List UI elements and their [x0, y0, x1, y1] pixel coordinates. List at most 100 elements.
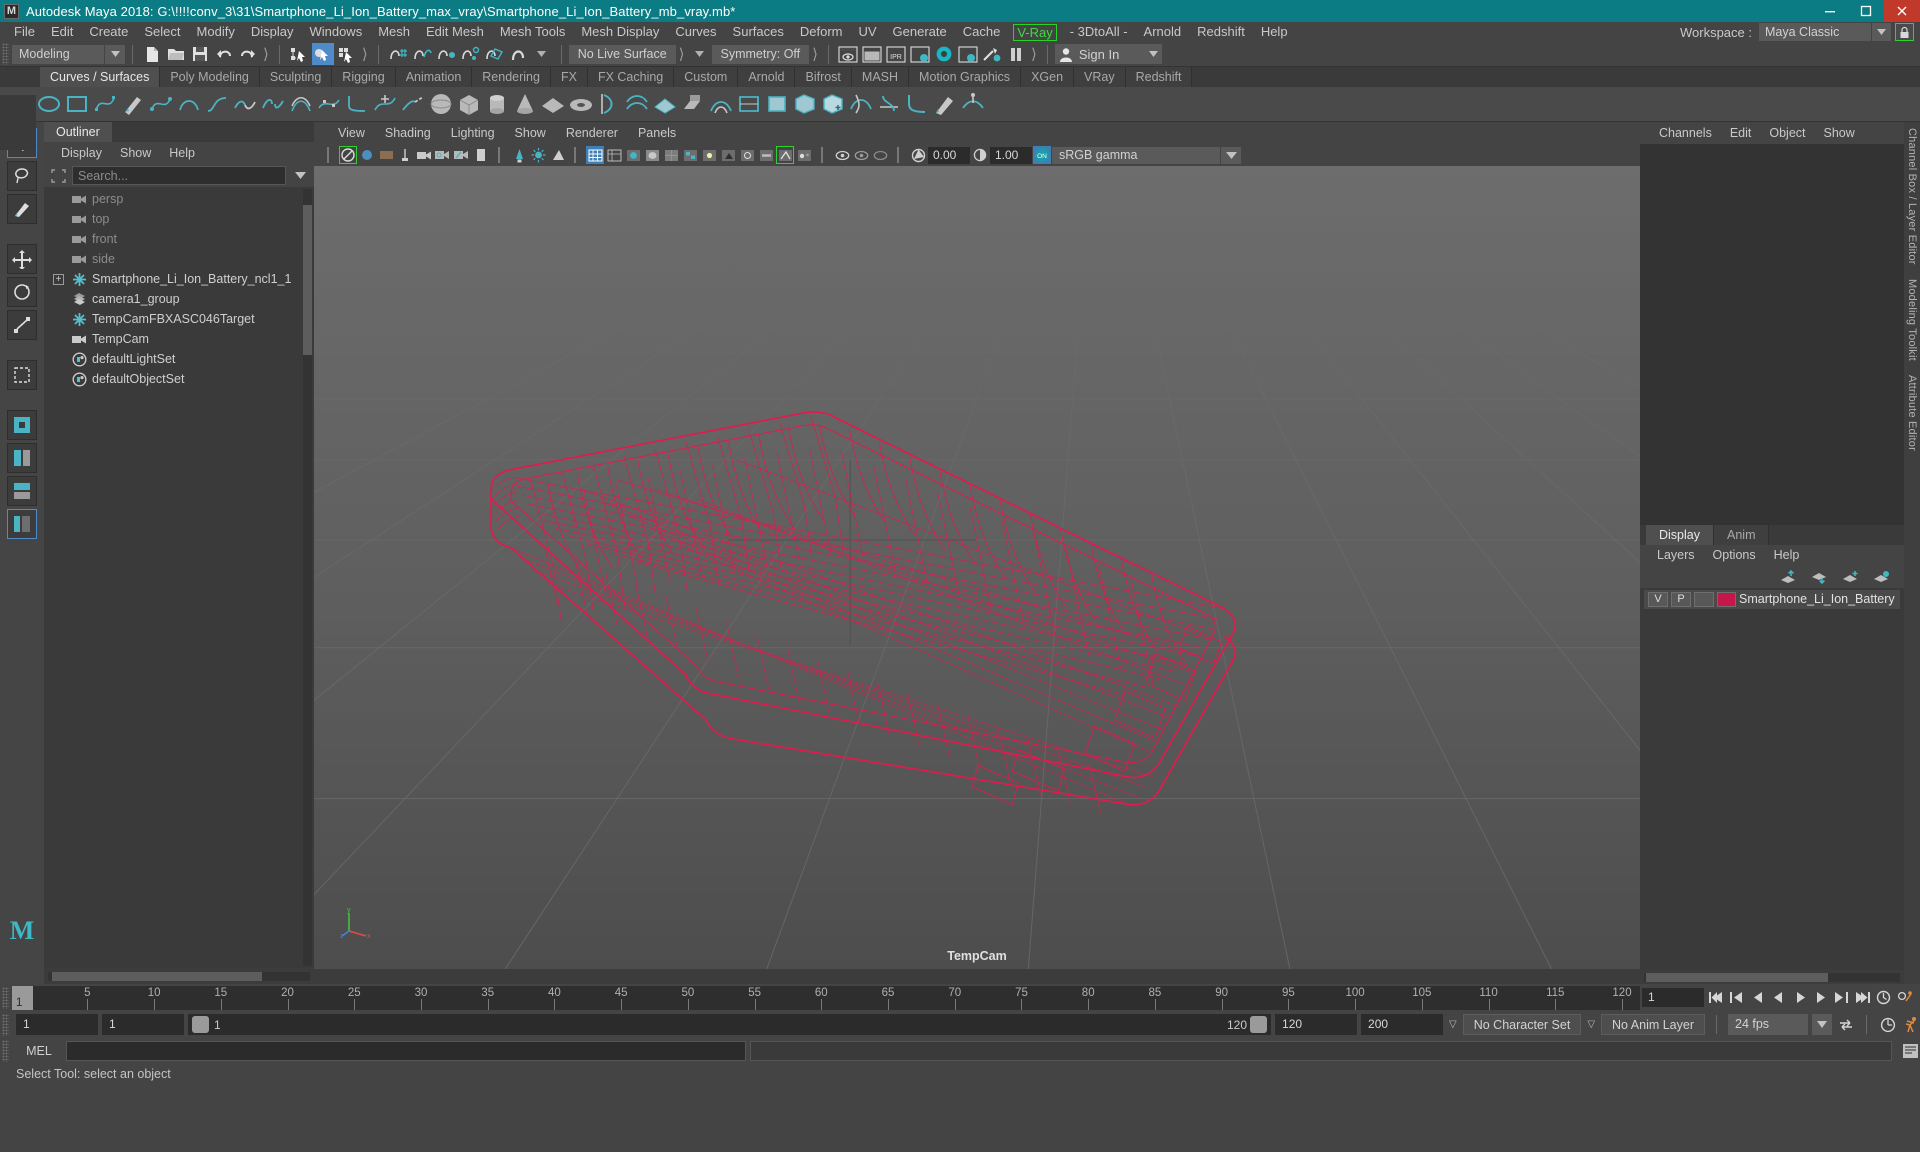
display-layer-list[interactable]: V P Smartphone_Li_Ion_Battery [1640, 587, 1904, 970]
layer-row[interactable]: V P Smartphone_Li_Ion_Battery [1644, 589, 1900, 609]
two-d-pan-zoom-icon[interactable] [434, 146, 452, 164]
select-component-icon[interactable] [336, 43, 358, 65]
viewport-menu-panels[interactable]: Panels [628, 126, 686, 140]
animation-start-time-field[interactable]: 1 [16, 1014, 98, 1035]
render-setup-icon[interactable] [981, 43, 1003, 65]
ipr-render-icon[interactable]: IPR [885, 43, 907, 65]
menu-item-file[interactable]: File [6, 22, 43, 42]
magnet-icon[interactable] [507, 43, 529, 65]
animation-preferences-icon[interactable] [1895, 988, 1914, 1007]
undo-icon[interactable] [213, 43, 235, 65]
open-scene-icon[interactable] [165, 43, 187, 65]
xray-joints-icon[interactable] [871, 146, 889, 164]
chevron-down-icon[interactable] [105, 44, 125, 64]
cv-curve-icon[interactable] [92, 91, 118, 117]
detach-curve-icon[interactable] [260, 91, 286, 117]
auto-keyframe-icon[interactable] [1874, 988, 1893, 1007]
character-set-field[interactable]: No Character Set [1462, 1014, 1582, 1035]
playback-speed-field[interactable]: 24 fps [1728, 1014, 1808, 1035]
ep-curve-icon[interactable] [148, 91, 174, 117]
exposure-value[interactable]: 0.00 [928, 146, 970, 164]
select-hierarchy-icon[interactable] [288, 43, 310, 65]
menu-item-select[interactable]: Select [136, 22, 188, 42]
nurbs-cone-icon[interactable] [512, 91, 538, 117]
range-slider-grip[interactable] [2, 1013, 9, 1036]
snap-projected-center-icon[interactable] [459, 43, 481, 65]
chevron-down-icon[interactable] [689, 43, 711, 65]
quick-layout-two-panes-icon[interactable] [7, 443, 37, 473]
current-time-indicator[interactable]: 1 [12, 985, 33, 1010]
script-language-label[interactable]: MEL [16, 1041, 62, 1061]
shelf-tab-fx[interactable]: FX [550, 67, 588, 87]
nurbs-square-icon[interactable] [64, 91, 90, 117]
shelf-tab-motion-graphics[interactable]: Motion Graphics [909, 67, 1022, 87]
smooth-shade-selected-icon[interactable] [624, 146, 642, 164]
select-object-icon[interactable] [311, 43, 334, 65]
render-current-frame-icon[interactable] [861, 43, 883, 65]
redo-icon[interactable] [237, 43, 259, 65]
grease-pencil-icon[interactable] [453, 146, 471, 164]
pause-icon[interactable] [1005, 43, 1027, 65]
shelf-tab-arnold[interactable]: Arnold [738, 67, 796, 87]
multisample-aa-icon[interactable] [776, 146, 794, 164]
surface-fillet-icon[interactable] [904, 91, 930, 117]
shelf-tab-poly-modeling[interactable]: Poly Modeling [160, 67, 260, 87]
select-marquee-icon[interactable] [48, 167, 68, 185]
default-light-icon[interactable] [510, 146, 528, 164]
menu-item-curves[interactable]: Curves [667, 22, 724, 42]
side-tab-attribute-editor[interactable]: Attribute Editor [1906, 375, 1918, 451]
extend-curve-icon[interactable] [400, 91, 426, 117]
menu-item-help[interactable]: Help [1253, 22, 1296, 42]
quick-layout-single-icon[interactable] [7, 410, 37, 440]
layer-list-horizontal-scrollbar[interactable] [1640, 970, 1904, 984]
channelbox-menu-show[interactable]: Show [1815, 126, 1864, 140]
menu-item-modify[interactable]: Modify [189, 22, 243, 42]
grip-icon[interactable] [567, 146, 585, 164]
grip-icon[interactable] [814, 146, 832, 164]
color-management-value[interactable]: sRGB gamma [1052, 146, 1220, 164]
channelbox-menu-object[interactable]: Object [1760, 126, 1814, 140]
menu-item-deform[interactable]: Deform [792, 22, 851, 42]
pencil-curve-icon[interactable] [120, 91, 146, 117]
menu-item-arnold[interactable]: Arnold [1136, 22, 1190, 42]
wireframe-on-shaded-icon[interactable] [662, 146, 680, 164]
resolution-gate-icon[interactable] [491, 146, 509, 164]
play-forwards-icon[interactable] [1790, 988, 1809, 1007]
lock-icon[interactable] [1895, 23, 1914, 41]
offset-curve-icon[interactable] [288, 91, 314, 117]
gamma-value[interactable]: 1.00 [990, 146, 1032, 164]
menu-item-windows[interactable]: Windows [301, 22, 370, 42]
step-back-key-icon[interactable] [1727, 988, 1746, 1007]
xray-icon[interactable] [852, 146, 870, 164]
anim-layer-dropdown-icon[interactable]: ▽ [1585, 1019, 1597, 1030]
move-layer-up-icon[interactable] [1780, 569, 1797, 584]
revolve-icon[interactable] [596, 91, 622, 117]
animation-end-time-field[interactable]: 200 [1361, 1014, 1444, 1035]
snap-view-plane-icon[interactable] [483, 43, 505, 65]
time-slider-track[interactable]: 1 5 10 15 20 25 30 35 40 45 50 55 60 65 70 75 80 85 90 95 1… [12, 985, 1640, 1010]
channel-box-content[interactable] [1640, 144, 1904, 525]
bookmark-icon[interactable] [396, 146, 414, 164]
arc-tool-icon[interactable] [176, 91, 202, 117]
layer-playback-toggle[interactable]: P [1671, 591, 1691, 607]
rotate-tool-icon[interactable] [7, 277, 37, 307]
search-input[interactable]: Search... [72, 166, 286, 185]
menu-item-create[interactable]: Create [81, 22, 136, 42]
intersect-surfaces-icon[interactable] [848, 91, 874, 117]
layer-visibility-toggle[interactable]: V [1648, 591, 1668, 607]
camera-attributes-icon[interactable] [415, 146, 433, 164]
planar-surface-icon[interactable] [652, 91, 678, 117]
image-plane-icon[interactable] [377, 146, 395, 164]
menu-item-vray[interactable]: V-Ray [1013, 23, 1057, 41]
toolbar-grip[interactable] [2, 43, 9, 65]
surface-editing-icon[interactable] [960, 91, 986, 117]
character-set-dropdown-icon[interactable]: ▽ [1447, 1019, 1459, 1030]
rebuild-curve-icon[interactable] [316, 91, 342, 117]
color-management-toggle-icon[interactable]: ON [1033, 146, 1051, 164]
render-view-icon[interactable] [837, 43, 859, 65]
square-surface-icon[interactable] [764, 91, 790, 117]
shelf-tab-sculpting[interactable]: Sculpting [259, 67, 333, 87]
current-frame-field[interactable]: 1 [1642, 988, 1704, 1007]
new-scene-icon[interactable] [141, 43, 163, 65]
nurbs-circle-icon[interactable] [36, 91, 62, 117]
